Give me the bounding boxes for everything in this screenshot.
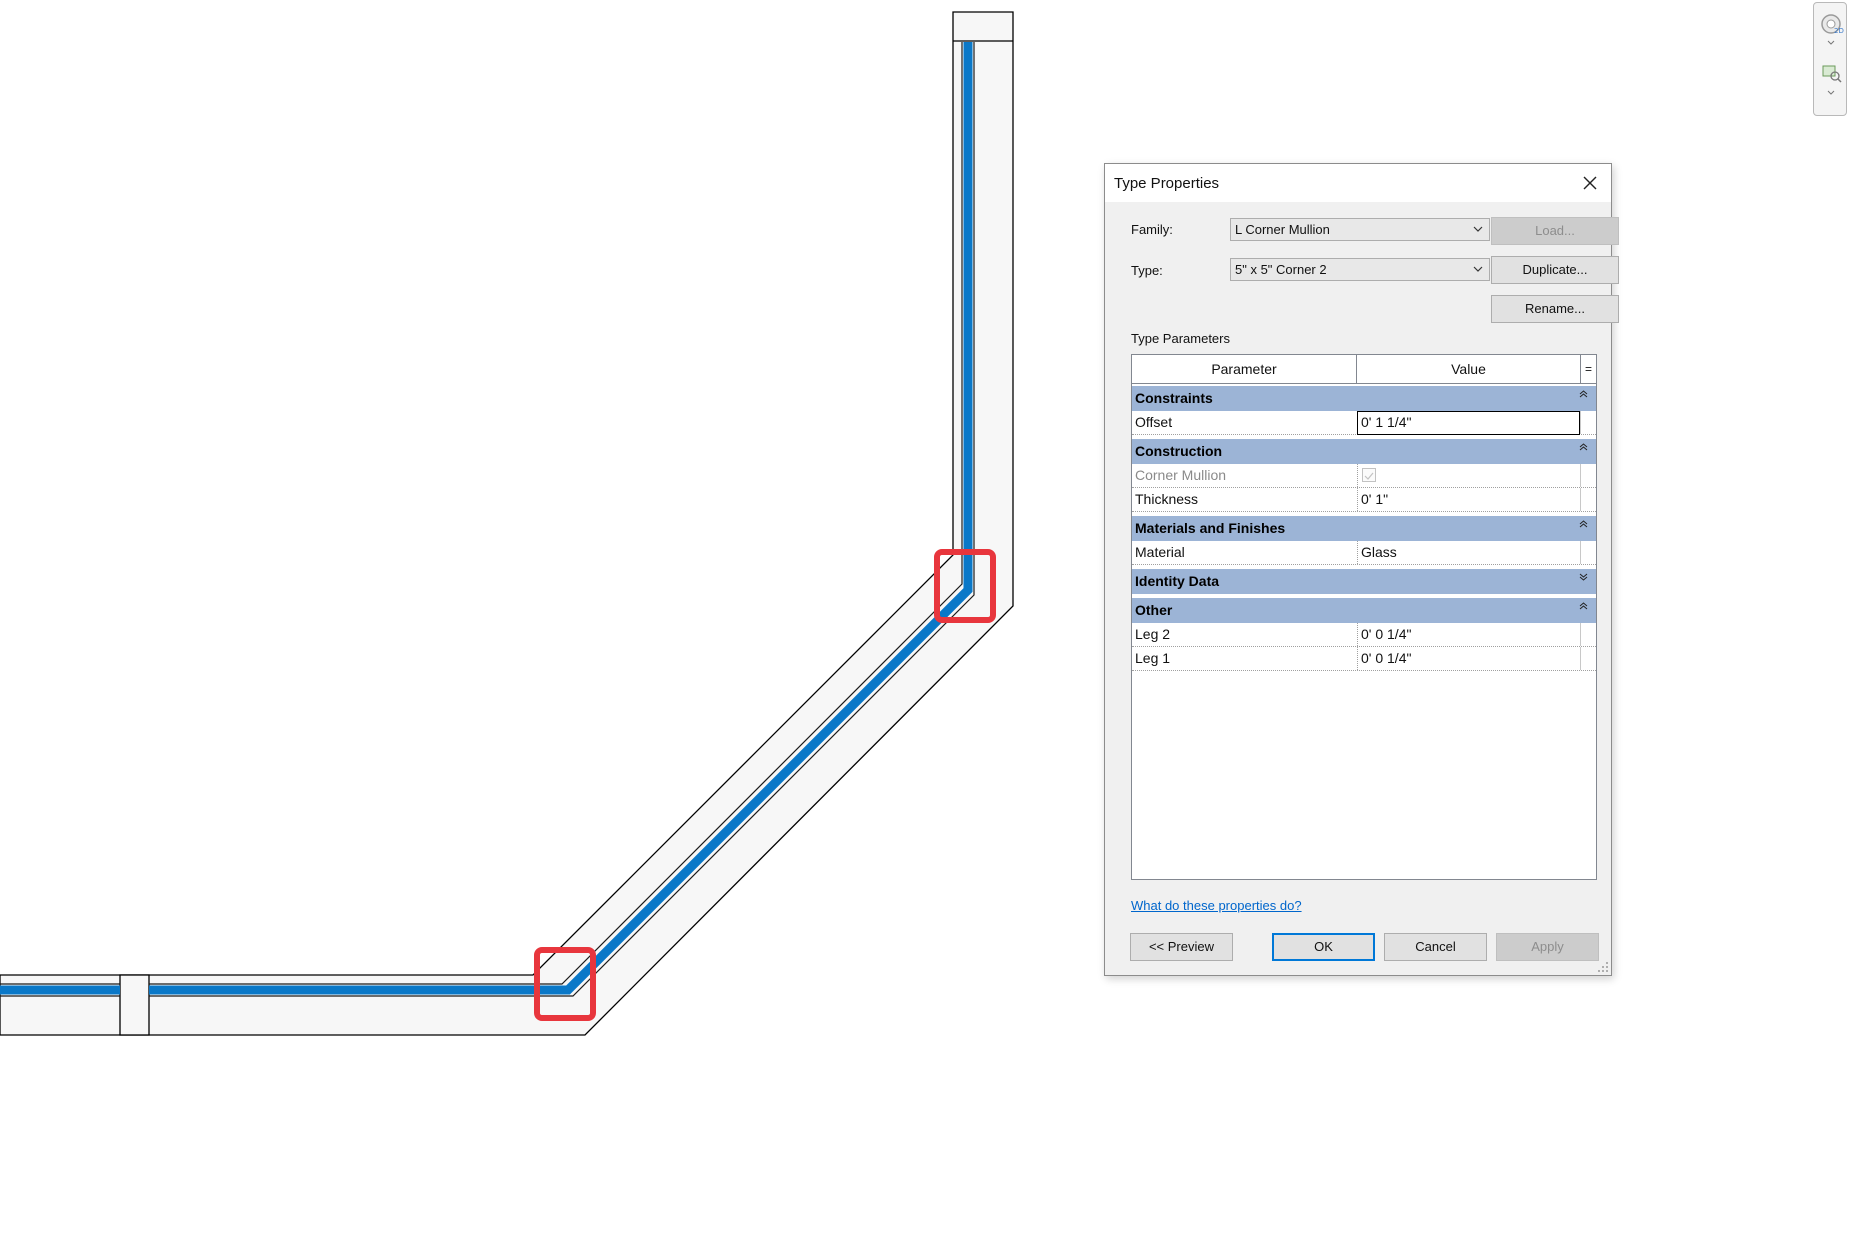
- preview-button[interactable]: << Preview: [1130, 933, 1233, 961]
- duplicate-button[interactable]: Duplicate...: [1491, 256, 1619, 284]
- type-parameters-grid[interactable]: Parameter Value = Constraints Offset 0' …: [1131, 354, 1597, 880]
- group-other[interactable]: Other: [1132, 598, 1596, 623]
- parameter-column-header[interactable]: Parameter: [1132, 355, 1357, 383]
- formula-cell: [1580, 488, 1596, 511]
- param-row-material[interactable]: Material Glass: [1132, 541, 1596, 565]
- help-link[interactable]: What do these properties do?: [1131, 898, 1302, 913]
- dialog-title: Type Properties: [1114, 175, 1220, 192]
- type-label: Type:: [1131, 263, 1163, 278]
- dialog-titlebar[interactable]: Type Properties: [1105, 164, 1611, 202]
- cancel-button[interactable]: Cancel: [1384, 933, 1487, 961]
- svg-text:2D: 2D: [1834, 27, 1844, 35]
- param-row-leg-1[interactable]: Leg 1 0' 0 1/4": [1132, 647, 1596, 671]
- formula-cell: [1580, 623, 1596, 646]
- wall-band: [0, 11, 1014, 1036]
- mullion-box: [119, 974, 150, 1036]
- ok-button[interactable]: OK: [1272, 933, 1375, 961]
- thickness-value[interactable]: 0' 1": [1357, 488, 1580, 511]
- param-row-offset[interactable]: Offset 0' 1 1/4": [1132, 411, 1596, 435]
- apply-button[interactable]: Apply: [1496, 933, 1599, 961]
- group-label: Constraints: [1135, 390, 1213, 406]
- check-icon: [1364, 472, 1374, 480]
- formula-cell: [1580, 411, 1596, 434]
- navigation-bar: 2D: [1813, 2, 1847, 116]
- expand-down-icon[interactable]: [1579, 572, 1588, 582]
- material-value[interactable]: Glass: [1357, 541, 1580, 564]
- formula-cell: [1580, 464, 1596, 487]
- group-label: Identity Data: [1135, 573, 1220, 589]
- group-label: Materials and Finishes: [1135, 520, 1286, 536]
- corner-mullion-checkbox: [1362, 468, 1376, 482]
- leg-2-value[interactable]: 0' 0 1/4": [1357, 623, 1580, 646]
- param-name: Thickness: [1135, 491, 1199, 507]
- steering-wheel-icon[interactable]: 2D: [1818, 11, 1844, 51]
- corner-mullion-value: [1357, 464, 1580, 487]
- collapse-up-icon[interactable]: [1579, 442, 1588, 452]
- collapse-up-icon[interactable]: [1579, 389, 1588, 399]
- group-label: Construction: [1135, 443, 1223, 459]
- param-name: Leg 2: [1135, 626, 1171, 642]
- type-properties-dialog: Type Properties Family: L Corner Mullion…: [1104, 163, 1619, 976]
- formula-cell: [1580, 541, 1596, 564]
- collapse-up-icon[interactable]: [1579, 519, 1588, 529]
- resize-grip-icon[interactable]: [1597, 961, 1609, 973]
- formula-cell: [1580, 647, 1596, 670]
- param-name: Offset: [1135, 414, 1173, 430]
- curtain-panel-path-2[interactable]: [149, 42, 973, 995]
- param-name: Corner Mullion: [1135, 467, 1227, 483]
- type-parameters-label: Type Parameters: [1131, 331, 1230, 346]
- param-name: Leg 1: [1135, 650, 1171, 666]
- chevron-down-icon: [1473, 226, 1483, 232]
- group-identity-data[interactable]: Identity Data: [1132, 569, 1596, 594]
- close-icon[interactable]: [1577, 170, 1603, 196]
- group-materials-and-finishes[interactable]: Materials and Finishes: [1132, 516, 1596, 541]
- value-column-header[interactable]: Value: [1357, 355, 1581, 383]
- group-constraints[interactable]: Constraints: [1132, 386, 1596, 411]
- param-row-leg-2[interactable]: Leg 2 0' 0 1/4": [1132, 623, 1596, 647]
- collapse-up-icon[interactable]: [1579, 601, 1588, 611]
- family-label: Family:: [1131, 222, 1173, 237]
- leg-1-value[interactable]: 0' 0 1/4": [1357, 647, 1580, 670]
- grid-header: Parameter Value =: [1132, 355, 1596, 384]
- panel-edge-line-2: [149, 42, 975, 997]
- group-construction[interactable]: Construction: [1132, 439, 1596, 464]
- group-label: Other: [1135, 602, 1173, 618]
- rename-button[interactable]: Rename...: [1491, 295, 1619, 323]
- family-select[interactable]: L Corner Mullion: [1230, 218, 1490, 241]
- offset-value-input[interactable]: 0' 1 1/4": [1357, 411, 1580, 435]
- param-name: Material: [1135, 544, 1185, 560]
- panel-edge-line: [149, 42, 963, 985]
- type-select-value: 5" x 5" Corner 2: [1235, 262, 1327, 277]
- formula-column-header[interactable]: =: [1581, 355, 1596, 383]
- param-row-corner-mullion[interactable]: Corner Mullion: [1132, 464, 1596, 488]
- load-button[interactable]: Load...: [1491, 217, 1619, 245]
- param-row-thickness[interactable]: Thickness 0' 1": [1132, 488, 1596, 512]
- family-select-value: L Corner Mullion: [1235, 222, 1330, 237]
- type-select[interactable]: 5" x 5" Corner 2: [1230, 258, 1490, 281]
- chevron-down-icon: [1473, 266, 1483, 272]
- zoom-icon[interactable]: [1818, 59, 1844, 99]
